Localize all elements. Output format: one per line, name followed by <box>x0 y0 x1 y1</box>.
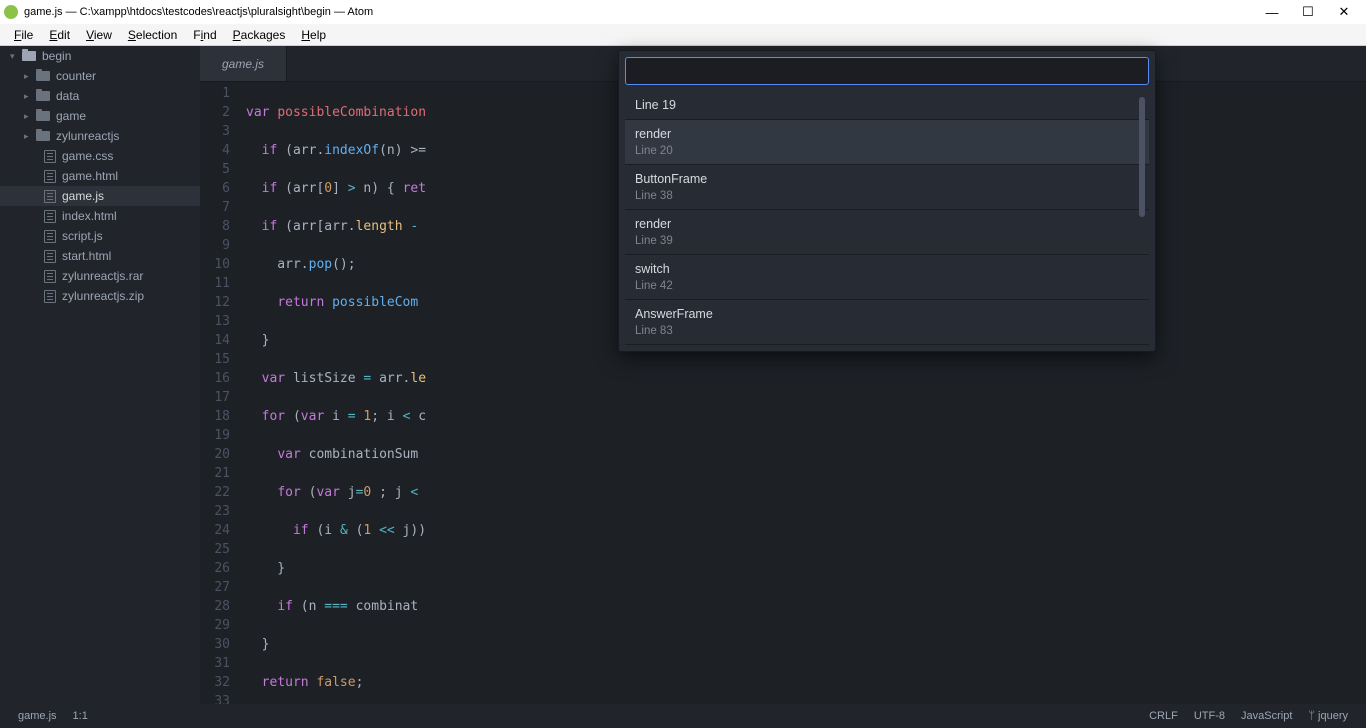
tree-root-label: begin <box>42 49 71 63</box>
status-bar: game.js 1:1 CRLF UTF-8 JavaScript jquery <box>0 704 1366 728</box>
tree-file[interactable]: script.js <box>0 226 200 246</box>
file-icon <box>44 210 56 223</box>
chevron-right-icon: ▸ <box>24 131 34 142</box>
gutter: 1234567891011121314151617181920212223242… <box>200 82 240 704</box>
titlebar: game.js — C:\xampp\htdocs\testcodes\reac… <box>0 0 1366 24</box>
palette-item[interactable]: Line 19 <box>625 91 1149 120</box>
file-icon <box>44 170 56 183</box>
folder-icon <box>36 71 50 81</box>
folder-icon <box>36 111 50 121</box>
status-position[interactable]: 1:1 <box>65 710 96 722</box>
tree-folder[interactable]: ▸counter <box>0 66 200 86</box>
menu-view[interactable]: View <box>78 28 120 42</box>
chevron-down-icon: ▾ <box>10 51 20 62</box>
palette-input[interactable] <box>625 57 1149 85</box>
window-title: game.js — C:\xampp\htdocs\testcodes\reac… <box>24 6 373 18</box>
atom-icon <box>4 5 18 19</box>
close-button[interactable]: ✕ <box>1326 4 1362 20</box>
chevron-right-icon: ▸ <box>24 111 34 122</box>
palette-item[interactable]: ButtonFrameLine 38 <box>625 165 1149 210</box>
file-icon <box>44 270 56 283</box>
menu-edit[interactable]: Edit <box>41 28 78 42</box>
tree-folder[interactable]: ▸zylunreactjs <box>0 126 200 146</box>
menu-help[interactable]: Help <box>293 28 334 42</box>
folder-icon <box>22 51 36 61</box>
folder-icon <box>36 91 50 101</box>
palette-list[interactable]: Line 19renderLine 20ButtonFrameLine 38re… <box>625 91 1149 345</box>
tree-file[interactable]: game.html <box>0 166 200 186</box>
command-palette: Line 19renderLine 20ButtonFrameLine 38re… <box>618 50 1156 352</box>
file-icon <box>44 290 56 303</box>
file-icon <box>44 150 56 163</box>
menu-find[interactable]: Find <box>185 28 224 42</box>
tree-folder[interactable]: ▸game <box>0 106 200 126</box>
status-lineending[interactable]: CRLF <box>1141 710 1186 722</box>
status-file[interactable]: game.js <box>10 710 65 722</box>
tree-file[interactable]: game.css <box>0 146 200 166</box>
menu-file[interactable]: File <box>6 28 41 42</box>
palette-item[interactable]: renderLine 39 <box>625 210 1149 255</box>
tree-root[interactable]: ▾ begin <box>0 46 200 66</box>
status-grammar[interactable]: JavaScript <box>1233 710 1300 722</box>
tree-folder[interactable]: ▸data <box>0 86 200 106</box>
file-icon <box>44 250 56 263</box>
maximize-button[interactable]: ☐ <box>1290 4 1326 20</box>
status-encoding[interactable]: UTF-8 <box>1186 710 1233 722</box>
minimize-button[interactable]: — <box>1254 5 1290 20</box>
tree-file[interactable]: start.html <box>0 246 200 266</box>
tree-file[interactable]: game.js <box>0 186 200 206</box>
file-icon <box>44 190 56 203</box>
menubar: File Edit View Selection Find Packages H… <box>0 24 1366 46</box>
tree-view[interactable]: ▾ begin ▸counter ▸data ▸game ▸zylunreact… <box>0 46 200 704</box>
palette-item[interactable]: renderLine 20 <box>625 120 1149 165</box>
folder-icon <box>36 131 50 141</box>
palette-item[interactable]: AnswerFrameLine 83 <box>625 300 1149 345</box>
tab-game-js[interactable]: game.js <box>200 46 287 81</box>
tree-file[interactable]: zylunreactjs.rar <box>0 266 200 286</box>
menu-packages[interactable]: Packages <box>225 28 294 42</box>
tree-file[interactable]: zylunreactjs.zip <box>0 286 200 306</box>
menu-selection[interactable]: Selection <box>120 28 185 42</box>
palette-item[interactable]: switchLine 42 <box>625 255 1149 300</box>
tree-file[interactable]: index.html <box>0 206 200 226</box>
chevron-right-icon: ▸ <box>24 91 34 102</box>
file-icon <box>44 230 56 243</box>
status-branch[interactable]: jquery <box>1300 710 1356 722</box>
scrollbar[interactable] <box>1139 97 1145 217</box>
chevron-right-icon: ▸ <box>24 71 34 82</box>
